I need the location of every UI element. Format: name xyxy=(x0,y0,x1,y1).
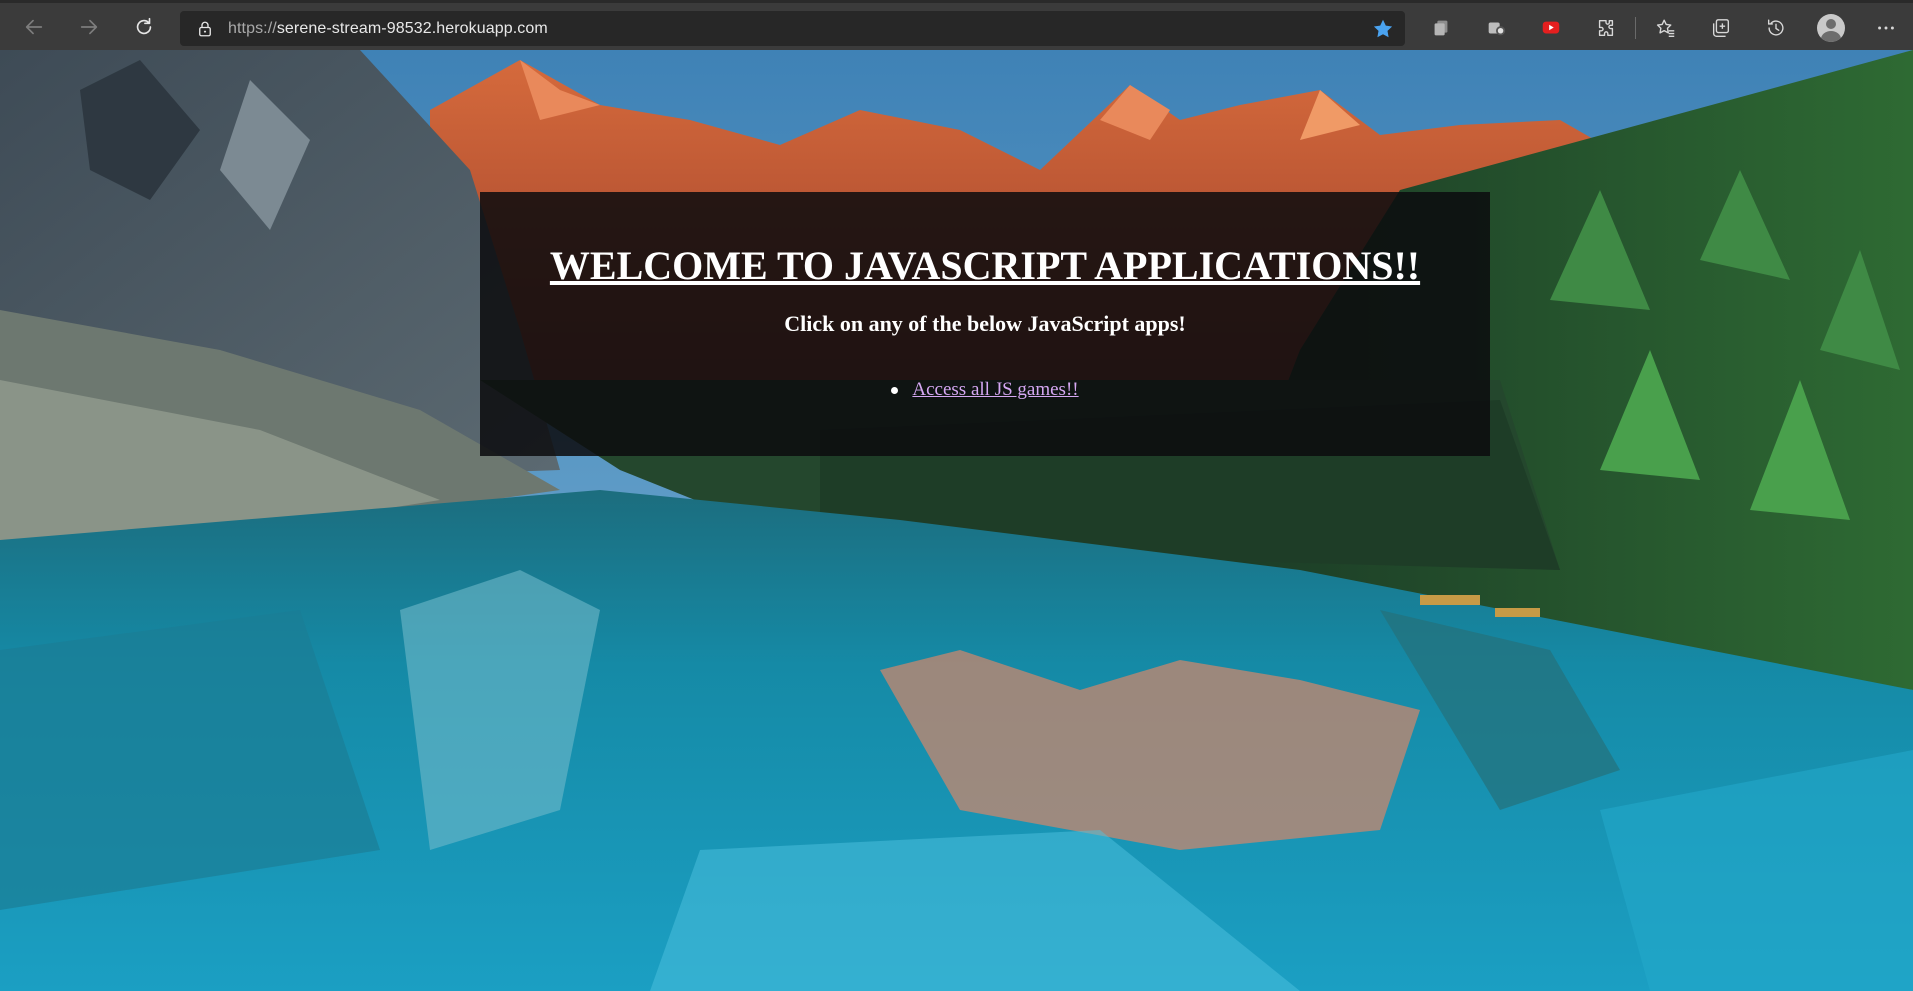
forward-icon xyxy=(80,19,98,34)
collections-add-button[interactable] xyxy=(1693,10,1748,46)
address-bar[interactable]: https://serene-stream-98532.herokuapp.co… xyxy=(180,11,1405,46)
collections-icon xyxy=(1434,20,1447,36)
bullet-icon xyxy=(891,386,899,394)
forward-button[interactable] xyxy=(69,9,109,45)
profile-avatar xyxy=(1816,14,1845,42)
extensions-puzzle-icon xyxy=(1598,19,1613,37)
page-subtitle: Click on any of the below JavaScript app… xyxy=(784,311,1186,336)
browser-toolbar: https://serene-stream-98532.herokuapp.co… xyxy=(0,0,1913,50)
extension-button[interactable] xyxy=(1468,10,1523,46)
url-host: serene-stream-98532.herokuapp.com xyxy=(276,19,548,37)
favorite-star-icon[interactable] xyxy=(1371,17,1395,41)
more-menu-button[interactable] xyxy=(1858,10,1913,46)
refresh-button[interactable] xyxy=(124,9,164,45)
page-title: WELCOME TO JAVASCRIPT APPLICATIONS!! xyxy=(549,243,1421,288)
profile-button[interactable] xyxy=(1803,10,1858,46)
url-scheme: https:// xyxy=(228,19,277,37)
toolbar-right-icons xyxy=(1413,10,1913,46)
lock-icon[interactable] xyxy=(196,20,214,38)
welcome-panel: WELCOME TO JAVASCRIPT APPLICATIONS!! Cli… xyxy=(480,192,1490,456)
favorites-button[interactable] xyxy=(1638,10,1693,46)
favorites-icon xyxy=(1656,19,1674,37)
navigation-buttons xyxy=(14,9,164,45)
youtube-extension-button[interactable] xyxy=(1523,10,1578,46)
apps-list: Access all JS games!! xyxy=(480,379,1490,401)
history-button[interactable] xyxy=(1748,10,1803,46)
web-page: WELCOME TO JAVASCRIPT APPLICATIONS!! Cli… xyxy=(0,50,1913,991)
url-text[interactable]: https://serene-stream-98532.herokuapp.co… xyxy=(228,20,548,38)
extensions-button[interactable] xyxy=(1578,10,1633,46)
collections-button[interactable] xyxy=(1413,10,1468,46)
more-menu-icon xyxy=(1877,26,1894,30)
js-games-link[interactable]: Access all JS games!! xyxy=(912,379,1078,401)
collections-add-icon xyxy=(1712,19,1729,37)
back-icon xyxy=(25,19,43,34)
youtube-extension-icon xyxy=(1542,21,1559,34)
back-button[interactable] xyxy=(14,9,54,45)
refresh-icon xyxy=(136,17,152,34)
toolbar-separator xyxy=(1635,17,1636,39)
extension-icon xyxy=(1488,22,1505,36)
history-icon xyxy=(1767,19,1784,36)
list-item: Access all JS games!! xyxy=(891,379,1079,401)
